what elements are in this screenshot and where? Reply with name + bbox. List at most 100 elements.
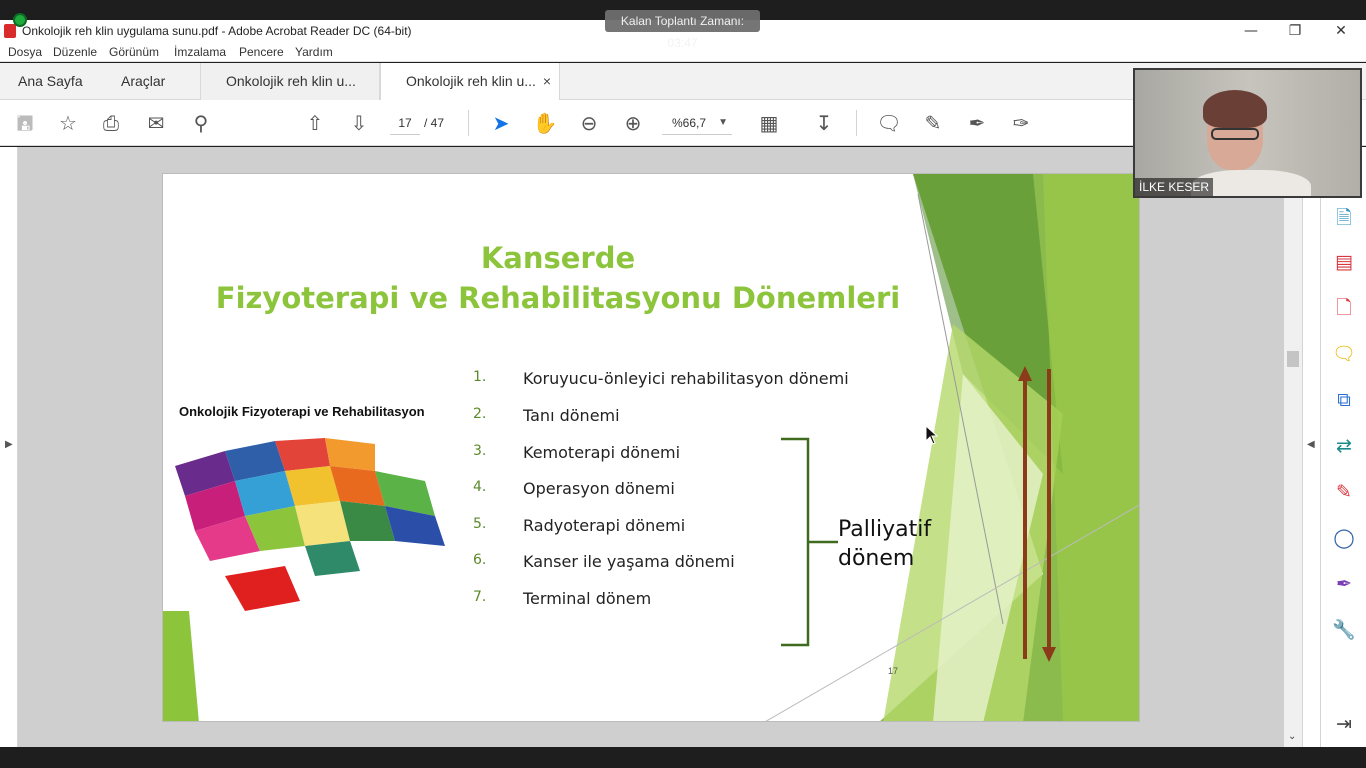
hand-tool-icon[interactable]: ✋	[532, 110, 558, 136]
fill-sign-icon[interactable]: ✑	[1008, 110, 1034, 136]
list-item-number: 3.	[473, 443, 487, 459]
tab-document-2[interactable]: Onkolojik reh klin u... ×	[380, 63, 560, 101]
slide-title-line-2: Fizyoterapi ve Rehabilitasyonu Dönemleri	[215, 281, 901, 315]
tab-document-1-label: Onkolojik reh klin u...	[226, 73, 356, 89]
menu-window[interactable]: Pencere	[239, 45, 284, 59]
previous-page-icon[interactable]: ⇧	[302, 110, 328, 136]
list-item-number: 5.	[473, 516, 487, 532]
page-total: / 47	[424, 116, 445, 130]
bookmark-star-icon[interactable]: ☆	[55, 110, 81, 136]
fit-page-icon[interactable]: ▦	[756, 110, 782, 136]
tab-document-2-label: Onkolojik reh klin u...	[406, 73, 536, 89]
list-item-number: 6.	[473, 552, 487, 568]
scrollbar-thumb[interactable]	[1287, 351, 1299, 367]
list-item: 3. Kemoterapi dönemi	[473, 443, 893, 467]
menu-file[interactable]: Dosya	[8, 45, 42, 59]
select-pointer-icon[interactable]: ➤	[488, 110, 514, 136]
email-icon[interactable]: ✉	[143, 110, 169, 136]
comment-tool-icon[interactable]: 🗨	[1331, 341, 1357, 367]
list-item-number: 4.	[473, 479, 487, 495]
search-icon[interactable]: ⚲	[188, 110, 214, 136]
tab-home[interactable]: Ana Sayfa	[18, 63, 83, 100]
vertical-scrollbar[interactable]: ⌄	[1284, 147, 1302, 747]
list-item: 1. Koruyucu-önleyici rehabilitasyon döne…	[473, 369, 893, 393]
right-panel-toggle[interactable]: ◀	[1302, 147, 1320, 747]
list-item-number: 1.	[473, 369, 487, 385]
shield-icon	[13, 13, 27, 27]
palliative-line-1: Palliyatif	[838, 517, 932, 542]
slide-title: Kanserde Fizyoterapi ve Rehabilitasyonu …	[203, 238, 913, 318]
tab-document-1[interactable]: Onkolojik reh klin u...	[200, 63, 380, 100]
chevron-right-icon: ▶	[5, 439, 13, 450]
meeting-timer: Kalan Toplantı Zamanı: 03:47	[605, 10, 760, 50]
tab-tools[interactable]: Araçlar	[121, 63, 165, 100]
collapse-pane-icon[interactable]: ⇥	[1331, 711, 1357, 737]
palliative-line-2: dönem	[838, 546, 915, 571]
scroll-mode-icon[interactable]: ↧	[811, 110, 837, 136]
combine-files-icon[interactable]: ⧉	[1331, 387, 1357, 413]
edit-pdf-icon[interactable]: ✎	[1331, 479, 1357, 505]
os-bottom-bar	[0, 747, 1366, 768]
participant-name: İLKE KESER	[1135, 178, 1214, 196]
list-item: 4. Operasyon dönemi	[473, 479, 893, 503]
chevron-left-icon: ◀	[1307, 439, 1315, 450]
chevron-down-icon: ▼	[718, 117, 728, 128]
puzzle-image	[175, 438, 445, 611]
menu-help[interactable]: Yardım	[295, 45, 333, 59]
list-item-number: 2.	[473, 406, 487, 422]
acrobat-icon	[4, 24, 16, 38]
puzzle-caption: Onkolojik Fizyoterapi ve Rehabilitasyon	[179, 404, 425, 419]
video-person-hair	[1203, 90, 1267, 128]
restore-icon[interactable]: ❐	[1272, 20, 1318, 42]
more-tools-icon[interactable]: 🔧	[1331, 617, 1357, 643]
draw-signature-icon[interactable]: ✒	[964, 110, 990, 136]
fill-sign-tool-icon[interactable]: ✒	[1331, 571, 1357, 597]
list-item-text: Radyoterapi dönemi	[523, 516, 686, 535]
left-panel-toggle[interactable]: ▶	[0, 147, 18, 747]
save-icon[interactable]: 🖪	[12, 110, 38, 136]
slide-page: Kanserde Fizyoterapi ve Rehabilitasyonu …	[162, 173, 1140, 722]
page-number-input[interactable]: 17	[390, 111, 420, 135]
minimize-icon[interactable]: —	[1228, 20, 1274, 42]
zoom-value: %66,7	[672, 116, 707, 130]
slide-title-line-1: Kanserde	[480, 241, 636, 275]
palliative-label: Palliyatif dönem	[838, 515, 931, 573]
zoom-out-icon[interactable]: ⊖	[576, 110, 602, 136]
slide-number: 17	[888, 666, 899, 676]
list-item: 6. Kanser ile yaşama dönemi	[473, 552, 893, 576]
menu-view[interactable]: Görünüm	[109, 45, 159, 59]
list-item: 2. Tanı dönemi	[473, 406, 893, 430]
comment-icon[interactable]: 🗨	[876, 110, 902, 136]
next-page-icon[interactable]: ⇩	[346, 110, 372, 136]
close-icon[interactable]: ✕	[1318, 20, 1364, 42]
export-pdf-icon[interactable]: 🗎	[1331, 205, 1357, 231]
list-item-text: Terminal dönem	[523, 589, 652, 608]
scroll-down-icon[interactable]: ⌄	[1288, 731, 1296, 742]
list-item: 5. Radyoterapi dönemi	[473, 516, 893, 540]
highlight-pen-icon[interactable]: ✎	[920, 110, 946, 136]
list-item-text: Tanı dönemi	[523, 406, 620, 425]
video-person-glasses	[1211, 128, 1259, 140]
menu-sign[interactable]: İmzalama	[174, 45, 226, 59]
list-item-number: 7.	[473, 589, 487, 605]
toolbar-divider	[468, 110, 469, 136]
window-title: Onkolojik reh klin uygulama sunu.pdf - A…	[22, 24, 412, 38]
zoom-select[interactable]: %66,7 ▼	[662, 111, 732, 135]
organize-pages-icon[interactable]: ▤	[1331, 249, 1357, 275]
list-item-text: Koruyucu-önleyici rehabilitasyon dönemi	[523, 369, 849, 388]
zoom-in-icon[interactable]: ⊕	[620, 110, 646, 136]
list-item-text: Operasyon dönemi	[523, 479, 675, 498]
list-item: 7. Terminal dönem	[473, 589, 893, 613]
create-pdf-icon[interactable]: 🗋	[1331, 295, 1357, 321]
participant-video[interactable]: İLKE KESER	[1133, 68, 1362, 198]
list-item-text: Kemoterapi dönemi	[523, 443, 681, 462]
menu-edit[interactable]: Düzenle	[53, 45, 97, 59]
mouse-cursor-icon	[925, 425, 939, 445]
tab-close-icon[interactable]: ×	[543, 63, 551, 100]
protect-icon[interactable]: ◯	[1331, 525, 1357, 551]
print-icon[interactable]: ⎙	[98, 110, 124, 136]
list-item-text: Kanser ile yaşama dönemi	[523, 552, 735, 571]
compress-pdf-icon[interactable]: ⇄	[1331, 433, 1357, 459]
toolbar-divider	[856, 110, 857, 136]
tools-pane: 🗎 ▤ 🗋 🗨 ⧉ ⇄ ✎ ◯ ✒ 🔧 ⇥	[1320, 147, 1366, 747]
